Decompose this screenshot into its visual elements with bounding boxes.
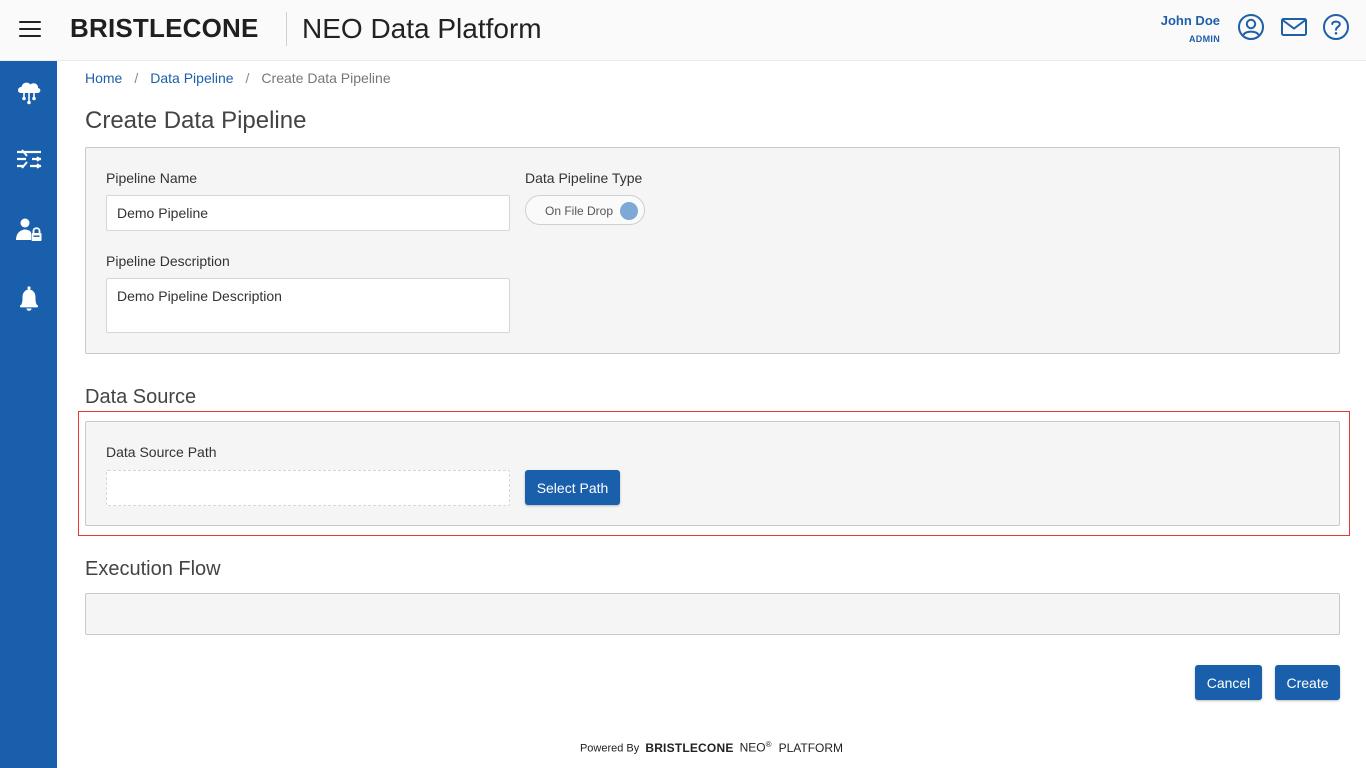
user-circle-icon[interactable]: [1237, 13, 1265, 41]
cancel-button[interactable]: Cancel: [1195, 665, 1262, 700]
breadcrumb-current: Create Data Pipeline: [261, 70, 391, 86]
pipeline-description-input[interactable]: Demo Pipeline Description: [106, 278, 510, 333]
page-title: Create Data Pipeline: [85, 107, 307, 134]
pipeline-type-label: Data Pipeline Type: [525, 170, 643, 186]
data-source-panel: Data Source Path Select Path: [85, 421, 1340, 526]
data-source-path-label: Data Source Path: [106, 444, 217, 460]
main-content: Home / Data Pipeline / Create Data Pipeline …: [57, 61, 1366, 768]
execution-flow-title: Execution Flow: [85, 558, 221, 580]
breadcrumb-data-pipeline[interactable]: Data Pipeline: [150, 70, 233, 86]
breadcrumb-home[interactable]: Home: [85, 70, 122, 86]
footer-brand-logo: BRISTLECONE: [645, 740, 734, 755]
breadcrumb-separator: /: [245, 70, 250, 86]
execution-flow-panel: [85, 593, 1340, 635]
toggle-knob: [620, 202, 638, 220]
select-path-button[interactable]: Select Path: [525, 470, 620, 505]
top-header: BRISTLECONE NEO Data Platform John Doe A…: [0, 0, 1366, 61]
pipeline-details-panel: Pipeline Name Data Pipeline Type On File…: [85, 147, 1340, 354]
pipeline-flow-icon[interactable]: [14, 145, 44, 175]
data-source-title: Data Source: [85, 386, 197, 408]
data-source-path-input[interactable]: [106, 470, 510, 506]
brand-logo: BRISTLECONE: [70, 13, 259, 43]
pipeline-type-toggle-label: On File Drop: [545, 204, 614, 218]
user-name: John Doe: [1160, 13, 1220, 28]
breadcrumb: Home / Data Pipeline / Create Data Pipeline: [85, 70, 391, 86]
footer-registered: ®: [765, 740, 772, 749]
cloud-network-icon[interactable]: [14, 76, 44, 106]
app-title: NEO Data Platform: [302, 13, 542, 44]
footer: Powered By BRISTLECONE NEO® PLATFORM: [57, 740, 1366, 755]
user-role: ADMIN: [1189, 34, 1220, 44]
pipeline-name-label: Pipeline Name: [106, 170, 198, 186]
help-icon[interactable]: [1322, 13, 1350, 41]
footer-product: NEO: [739, 740, 766, 755]
footer-platform: PLATFORM: [778, 740, 844, 755]
header-divider: [286, 12, 287, 46]
create-button[interactable]: Create: [1275, 665, 1340, 700]
footer-powered-by: Powered By: [579, 742, 640, 755]
mail-icon[interactable]: [1280, 13, 1308, 41]
user-info[interactable]: John Doe ADMIN: [1161, 13, 1220, 44]
hamburger-menu-icon[interactable]: [19, 21, 41, 37]
pipeline-name-input[interactable]: [106, 195, 510, 231]
sidebar: [0, 61, 57, 768]
pipeline-description-label: Pipeline Description: [106, 253, 230, 269]
pipeline-type-toggle[interactable]: On File Drop: [525, 195, 645, 225]
user-admin-icon[interactable]: [14, 215, 44, 245]
breadcrumb-separator: /: [134, 70, 139, 86]
bell-icon[interactable]: [14, 284, 44, 314]
